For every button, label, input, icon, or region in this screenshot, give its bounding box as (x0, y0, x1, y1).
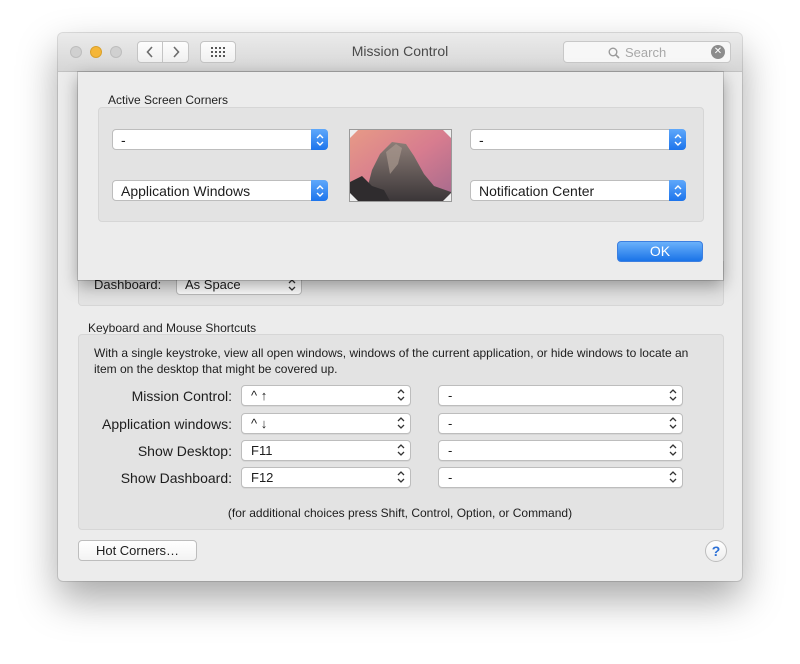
chevron-updown-icon (397, 389, 405, 401)
application-windows-shortcut-label: Application windows: (102, 416, 232, 432)
search-placeholder: Search (625, 45, 667, 60)
top-left-corner-popup[interactable]: - (112, 129, 328, 150)
hot-corners-button[interactable]: Hot Corners… (78, 540, 197, 561)
mission-control-mouse-popup[interactable]: - (438, 385, 683, 406)
hot-corners-sheet: Active Screen Corners - - Application Wi… (78, 72, 723, 280)
chevron-updown-icon (669, 389, 677, 401)
popup-value: F11 (251, 443, 273, 458)
active-corners-label: Active Screen Corners (108, 93, 229, 107)
search-icon (608, 47, 620, 59)
chevron-updown-icon (288, 279, 296, 291)
popup-value: - (448, 470, 453, 485)
ok-button[interactable]: OK (617, 241, 703, 262)
help-button[interactable]: ? (705, 540, 727, 562)
chevron-updown-icon (669, 417, 677, 429)
shortcuts-description: With a single keystroke, view all open w… (94, 346, 689, 376)
chevron-updown-icon (311, 180, 328, 201)
show-desktop-mouse-popup[interactable]: - (438, 440, 683, 461)
show-dashboard-shortcut-label: Show Dashboard: (120, 470, 232, 486)
popup-value: Notification Center (479, 183, 595, 199)
popup-value: - (121, 132, 126, 148)
bottom-left-corner-popup[interactable]: Application Windows (112, 180, 328, 201)
show-desktop-key-popup[interactable]: F11 (241, 440, 411, 461)
desktop-preview-image (349, 129, 452, 202)
show-dashboard-key-popup[interactable]: F12 (241, 467, 411, 488)
chevron-updown-icon (669, 129, 686, 150)
popup-value: - (448, 388, 453, 403)
show-dashboard-mouse-popup[interactable]: - (438, 467, 683, 488)
popup-value: - (479, 132, 484, 148)
popup-value: F12 (251, 470, 274, 485)
chevron-updown-icon (397, 417, 405, 429)
clear-search-icon[interactable]: ✕ (711, 45, 725, 59)
popup-value: ^ ↓ (251, 416, 268, 431)
chevron-updown-icon (397, 444, 405, 456)
search-field[interactable]: Search ✕ (563, 41, 731, 63)
titlebar: Mission Control Search ✕ (58, 33, 742, 72)
chevron-updown-icon (397, 471, 405, 483)
top-right-corner-popup[interactable]: - (470, 129, 686, 150)
shortcuts-footnote: (for additional choices press Shift, Con… (227, 506, 573, 520)
show-desktop-shortcut-label: Show Desktop: (137, 443, 232, 459)
chevron-updown-icon (669, 180, 686, 201)
popup-value: Application Windows (121, 183, 251, 199)
mission-control-shortcut-label: Mission Control: (131, 388, 232, 404)
popup-value: ^ ↑ (251, 388, 268, 403)
application-windows-key-popup[interactable]: ^ ↓ (241, 413, 411, 434)
application-windows-mouse-popup[interactable]: - (438, 413, 683, 434)
chevron-updown-icon (669, 444, 677, 456)
chevron-updown-icon (311, 129, 328, 150)
shortcuts-group-label: Keyboard and Mouse Shortcuts (88, 321, 257, 335)
popup-value: - (448, 416, 453, 431)
mission-control-key-popup[interactable]: ^ ↑ (241, 385, 411, 406)
popup-value: - (448, 443, 453, 458)
chevron-updown-icon (669, 471, 677, 483)
bottom-right-corner-popup[interactable]: Notification Center (470, 180, 686, 201)
